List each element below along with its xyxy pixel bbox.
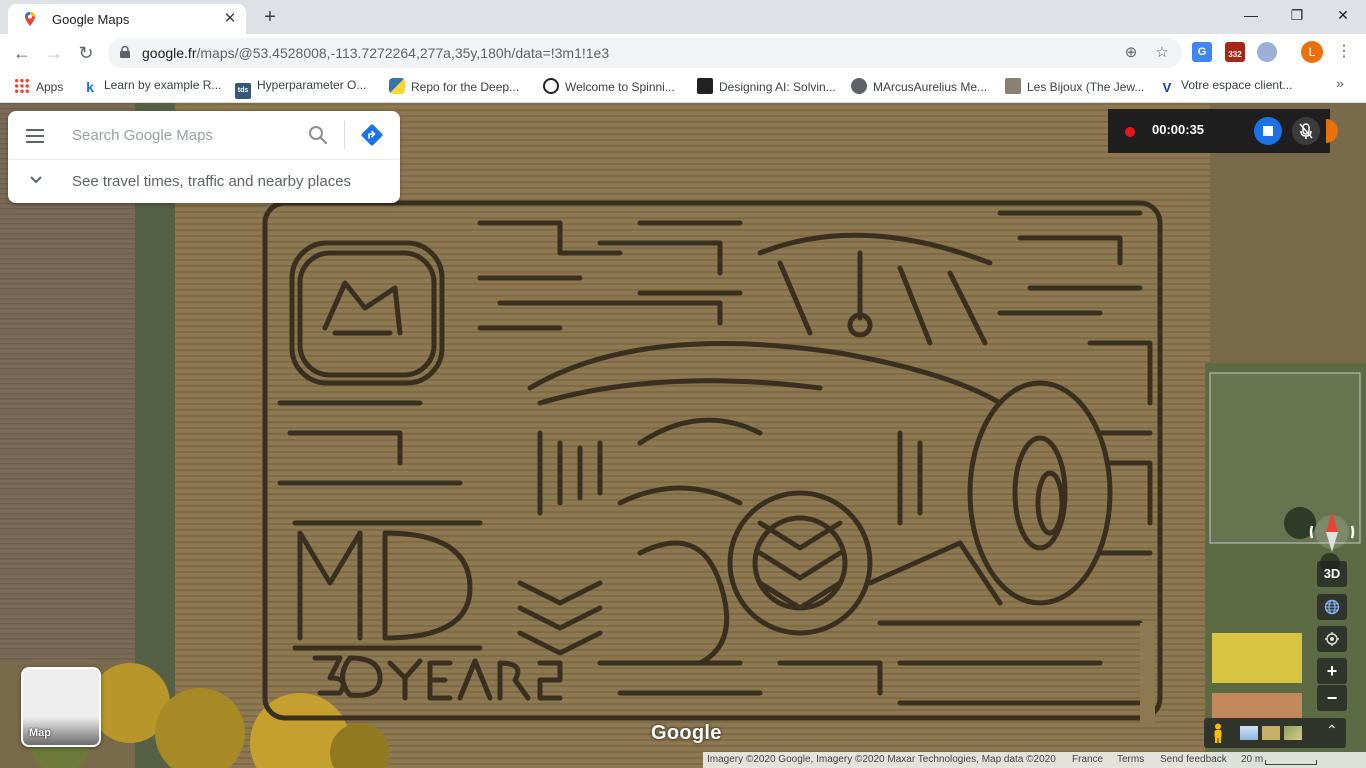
add-search-icon[interactable]: ⊕ bbox=[1122, 44, 1140, 62]
zoom-out-button[interactable]: − bbox=[1317, 685, 1347, 711]
imagery-strip: ⌃ bbox=[1204, 718, 1346, 748]
location-target-icon bbox=[1325, 632, 1339, 646]
bookmark-learn-by-example[interactable]: k Learn by example R... bbox=[82, 78, 221, 96]
search-card: Search Google Maps See travel times, tra… bbox=[8, 111, 400, 203]
browser-toolbar: ← → ↻ google.fr/maps/@53.4528008,-113.72… bbox=[0, 34, 1366, 72]
calendar-extension-icon[interactable]: 332 bbox=[1225, 42, 1245, 62]
new-tab-button[interactable]: + bbox=[258, 5, 282, 29]
menu-kebab-icon[interactable]: ⋮ bbox=[1336, 42, 1352, 62]
recording-timer: 00:00:35 bbox=[1152, 122, 1205, 137]
terms-link[interactable]: Terms bbox=[1117, 754, 1144, 765]
bookmark-les-bijoux[interactable]: Les Bijoux (The Jew... bbox=[1005, 78, 1144, 96]
map-canvas[interactable]: Search Google Maps See travel times, tra… bbox=[0, 103, 1366, 768]
mic-muted-icon[interactable] bbox=[1292, 117, 1320, 145]
lock-icon bbox=[120, 46, 130, 58]
back-arrow-icon[interactable]: ← bbox=[10, 41, 34, 65]
globe-icon bbox=[851, 78, 867, 94]
forward-arrow-icon[interactable]: → bbox=[42, 41, 66, 65]
scale-label[interactable]: 20 m bbox=[1241, 754, 1263, 765]
google-maps-pin-icon bbox=[25, 12, 35, 26]
url-text: google.fr/maps/@53.4528008,-113.7272264,… bbox=[142, 45, 610, 61]
window-close-button[interactable]: ✕ bbox=[1320, 0, 1366, 30]
hamburger-menu-icon[interactable] bbox=[22, 125, 50, 145]
my-location-button[interactable] bbox=[1317, 626, 1347, 652]
screen-recorder-widget: 00:00:35 bbox=[1108, 109, 1330, 153]
attribution-bar: Imagery ©2020 Google, Imagery ©2020 Maxa… bbox=[703, 752, 1366, 768]
recording-dot-icon bbox=[1125, 127, 1135, 137]
python-icon bbox=[389, 78, 405, 94]
bookmarks-bar: Apps k Learn by example R... tds Hyperpara… bbox=[0, 72, 1366, 103]
compass-icon[interactable] bbox=[1308, 506, 1356, 558]
search-icon[interactable] bbox=[307, 124, 329, 146]
scale-bar bbox=[1265, 760, 1317, 765]
tab-strip: Google Maps ✕ + — ❐ ✕ bbox=[0, 0, 1366, 34]
imagery-credit: Imagery ©2020 Google, Imagery ©2020 Maxa… bbox=[707, 754, 1056, 765]
reload-icon[interactable]: ↻ bbox=[74, 41, 98, 65]
extension-circle-icon[interactable] bbox=[1257, 42, 1277, 62]
country-link[interactable]: France bbox=[1072, 754, 1103, 765]
openai-icon bbox=[543, 78, 559, 94]
bookmark-repo[interactable]: Repo for the Deep... bbox=[389, 78, 519, 96]
brand-icon: V bbox=[1159, 80, 1175, 96]
zoom-in-button[interactable]: + bbox=[1317, 658, 1347, 684]
address-bar[interactable]: google.fr/maps/@53.4528008,-113.7272264,… bbox=[108, 38, 1182, 68]
yellow-bounce-pad bbox=[1212, 633, 1302, 683]
bookmark-star-icon[interactable]: ☆ bbox=[1153, 44, 1171, 62]
imagery-thumb-2[interactable] bbox=[1262, 726, 1280, 740]
bookmark-votre-espace[interactable]: V Votre espace client... bbox=[1159, 78, 1292, 96]
apps-grid-icon bbox=[14, 78, 30, 94]
imagery-thumb-1[interactable] bbox=[1240, 726, 1258, 740]
bookmark-apps[interactable]: Apps bbox=[14, 78, 63, 96]
send-feedback-link[interactable]: Send feedback bbox=[1160, 754, 1227, 765]
layer-label: Map bbox=[29, 727, 51, 739]
map-layer-toggle[interactable]: Map bbox=[21, 667, 101, 747]
travel-times-hint[interactable]: See travel times, traffic and nearby pla… bbox=[72, 173, 351, 190]
portrait-icon bbox=[1005, 78, 1021, 94]
translate-extension-icon[interactable]: G bbox=[1192, 42, 1212, 62]
chevron-down-icon[interactable] bbox=[28, 171, 44, 187]
tds-icon: tds bbox=[235, 83, 251, 99]
globe-icon bbox=[1324, 599, 1340, 615]
imagery-thumb-3[interactable] bbox=[1284, 726, 1302, 740]
restore-button[interactable]: ❐ bbox=[1274, 0, 1320, 30]
bookmark-spinning-up[interactable]: Welcome to Spinni... bbox=[543, 78, 675, 96]
3d-toggle-button[interactable]: 3D bbox=[1317, 561, 1347, 587]
k-icon: k bbox=[86, 79, 94, 95]
search-input[interactable]: Search Google Maps bbox=[72, 127, 213, 144]
google-logo: Google bbox=[651, 722, 722, 744]
pegman-icon[interactable] bbox=[1212, 723, 1224, 743]
tab-google-maps[interactable]: Google Maps ✕ bbox=[8, 4, 246, 34]
expand-up-icon[interactable]: ⌃ bbox=[1326, 722, 1338, 739]
profile-avatar[interactable]: L bbox=[1301, 41, 1323, 63]
minimize-button[interactable]: — bbox=[1228, 0, 1274, 30]
globe-view-button[interactable] bbox=[1317, 594, 1347, 620]
tab-close-icon[interactable]: ✕ bbox=[220, 9, 240, 29]
bookmark-hyperparameter[interactable]: tds Hyperparameter O... bbox=[235, 78, 366, 99]
directions-icon[interactable] bbox=[361, 124, 383, 146]
bookmark-marcus-aurelius[interactable]: MArcusAurelius Me... bbox=[851, 78, 987, 96]
bookmarks-overflow-icon[interactable]: » bbox=[1336, 75, 1344, 91]
bookmark-designing-ai[interactable]: Designing AI: Solvin... bbox=[697, 78, 836, 96]
tab-title: Google Maps bbox=[52, 12, 130, 27]
search-separator bbox=[344, 121, 345, 149]
book-icon bbox=[697, 78, 713, 94]
stop-recording-button[interactable] bbox=[1254, 117, 1282, 145]
